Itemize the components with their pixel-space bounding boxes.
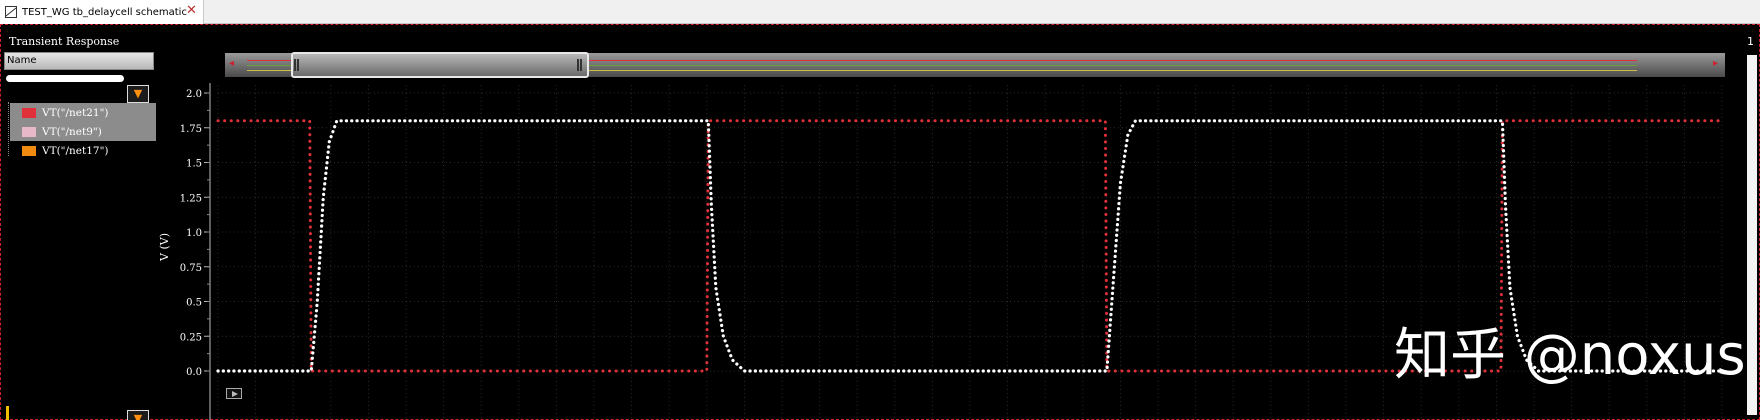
zoom-overview-bar[interactable]: ◂ ▸: [225, 52, 1725, 78]
legend-swatch: [22, 126, 36, 137]
tab-label: TEST_WG tb_delaycell schematic: [22, 6, 187, 18]
y-tick-label: 1.75: [180, 124, 202, 135]
waveform-window-icon: [5, 6, 17, 18]
subwindow-number: 1: [1747, 35, 1754, 48]
vertical-scrollbar[interactable]: [1747, 55, 1757, 415]
resize-handle[interactable]: [6, 406, 9, 420]
y-tick-label: 1.0: [186, 228, 202, 239]
legend-item-label: VT("/net9"): [42, 125, 102, 138]
scroll-left-arrow-icon[interactable]: ◂: [229, 58, 234, 69]
thumb-left-handle[interactable]: [294, 59, 299, 71]
trace-legend-panel: Name ▼ VT("/net21") VT("/net9") VT("/net…: [4, 52, 156, 420]
watermark-text: 知乎 @noxus: [1394, 323, 1746, 388]
play-icon[interactable]: [226, 388, 242, 399]
tree-connector: [8, 102, 9, 156]
filter-funnel-icon-bottom[interactable]: ▼: [127, 410, 149, 420]
y-tick-label: 1.25: [180, 193, 202, 204]
y-tick-label: 0.0: [186, 367, 202, 378]
legend-swatch: [22, 107, 36, 118]
legend-item-net17[interactable]: VT("/net17"): [10, 141, 156, 160]
legend-item-net9[interactable]: VT("/net9"): [10, 122, 156, 141]
legend-item-net21[interactable]: VT("/net21"): [10, 103, 156, 122]
window-title: Transient Response: [9, 35, 120, 48]
scroll-right-arrow-icon[interactable]: ▸: [1713, 58, 1718, 69]
y-tick-label: 0.5: [186, 298, 202, 309]
tab-schematic[interactable]: TEST_WG tb_delaycell schematic ✕: [0, 0, 204, 24]
y-axis: V (V) 0.0 0.25 0.5 0.75 1.0 1.25 1.5 1.75 2.0: [158, 83, 211, 420]
close-icon[interactable]: ✕: [186, 4, 197, 18]
y-tick-label: 2.0: [186, 89, 202, 100]
tab-bar: TEST_WG tb_delaycell schematic ✕: [0, 0, 1760, 24]
legend-item-label: VT("/net17"): [42, 144, 109, 157]
legend-column-header[interactable]: Name: [4, 52, 154, 70]
y-tick-label: 1.5: [186, 159, 202, 170]
legend-search-input[interactable]: [6, 75, 124, 82]
legend-item-label: VT("/net21"): [42, 106, 109, 119]
y-tick-label: 0.25: [180, 332, 202, 343]
filter-funnel-icon[interactable]: ▼: [127, 85, 149, 103]
y-tick-label: 0.75: [180, 263, 202, 274]
legend-swatch: [22, 145, 36, 156]
y-axis-label: V (V): [158, 233, 171, 262]
thumb-right-handle[interactable]: [577, 59, 582, 71]
legend-header-label: Name: [7, 55, 37, 66]
